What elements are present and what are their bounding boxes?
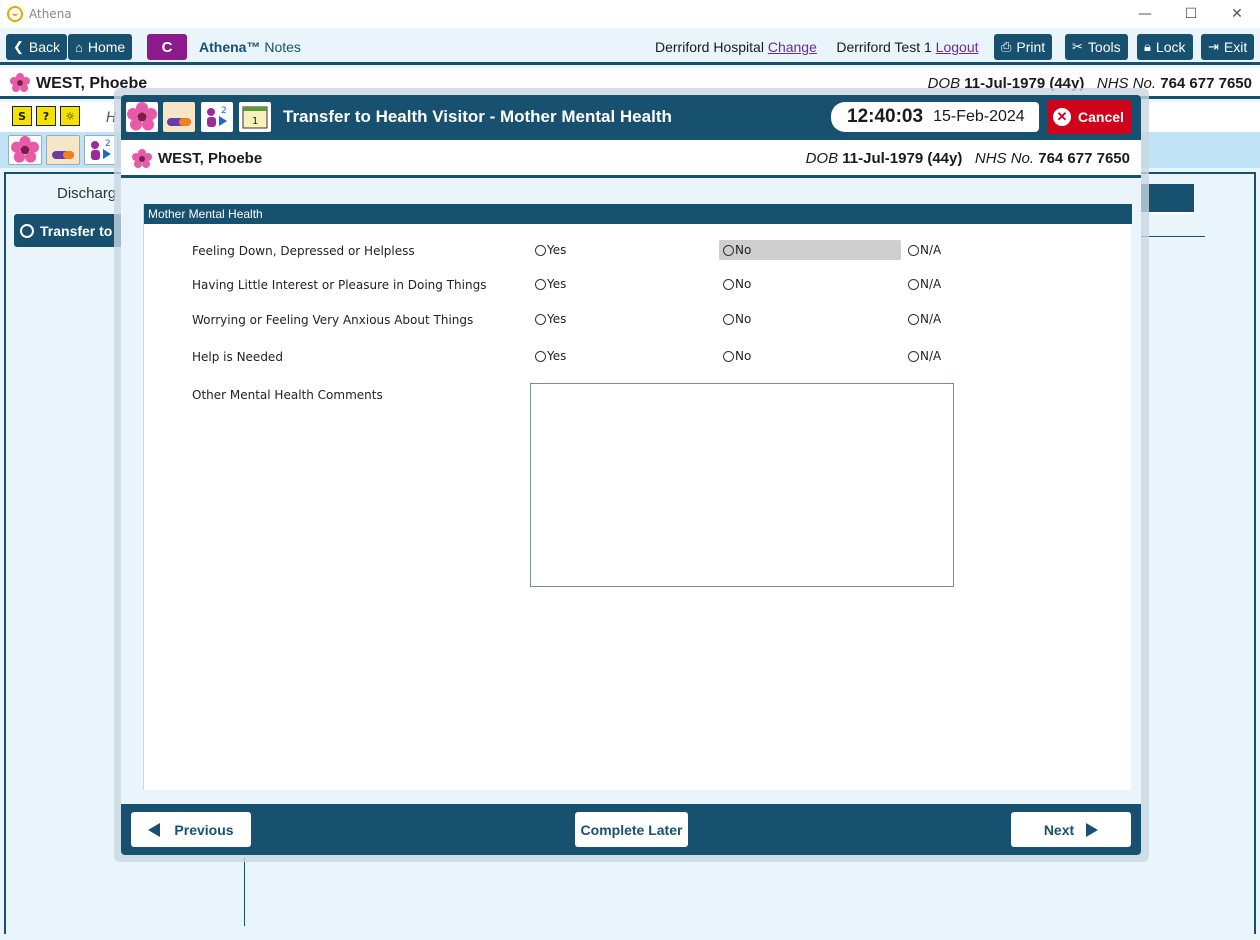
radio-icon <box>535 313 546 325</box>
patient-dob: DOB 11-Jul-1979 (44y) NHS No. 764 677 76… <box>805 150 1130 167</box>
title-bar: Athena — ☐ ✕ <box>0 0 1260 28</box>
q4-yes-radio[interactable]: Yes <box>531 346 566 366</box>
flower-icon <box>132 149 152 168</box>
radio-icon <box>908 278 919 290</box>
q2-yes-radio[interactable]: Yes <box>531 274 566 294</box>
question-label: Having Little Interest or Pleasure in Do… <box>192 278 487 292</box>
svg-text:2: 2 <box>105 139 111 149</box>
brand-label: Athena™ Notes <box>199 39 301 55</box>
queue-icon[interactable]: 2 <box>84 135 118 165</box>
cancel-button[interactable]: ✕ Cancel <box>1047 100 1131 134</box>
svg-text:2: 2 <box>221 106 227 116</box>
radio-icon <box>908 350 919 362</box>
q3-no-radio[interactable]: No <box>719 309 751 329</box>
question-label: Feeling Down, Depressed or Helpless <box>192 244 415 258</box>
current-date: 15-Feb-2024 <box>933 108 1025 125</box>
discharge-heading: Discharg <box>57 185 117 202</box>
help-icon[interactable]: ? <box>36 106 56 126</box>
medication-icon[interactable] <box>163 102 195 132</box>
section-header: Mother Mental Health <box>144 204 1132 224</box>
comments-label: Other Mental Health Comments <box>192 388 383 402</box>
medication-icon[interactable] <box>46 135 80 165</box>
question-label: Worrying or Feeling Very Anxious About T… <box>192 313 474 327</box>
svg-text:1: 1 <box>252 116 258 127</box>
divider <box>244 858 245 926</box>
sidebar-item-transfer[interactable]: Transfer to <box>14 214 124 247</box>
tools-button[interactable]: ✂ Tools <box>1065 34 1128 60</box>
q1-no-radio[interactable]: No <box>719 240 901 260</box>
change-link[interactable]: Change <box>768 39 817 55</box>
home-icon: ⌂ <box>75 39 83 55</box>
q1-yes-radio[interactable]: Yes <box>531 240 566 260</box>
q2-no-radio[interactable]: No <box>719 274 751 294</box>
dialog-header: 2 1 Transfer to Health Visitor - Mother … <box>121 95 1141 140</box>
radio-icon <box>535 278 546 290</box>
radio-icon <box>723 313 734 325</box>
flower-icon <box>10 73 30 92</box>
back-button[interactable]: ❮ Back <box>6 34 68 60</box>
dialog-footer: Previous Complete Later Next <box>121 804 1141 855</box>
minimize-icon[interactable]: — <box>1122 0 1168 28</box>
chevron-left-icon: ❮ <box>13 39 24 54</box>
logout-link[interactable]: Logout <box>936 39 979 55</box>
flower-icon[interactable] <box>8 135 42 165</box>
print-button[interactable]: ⎙ Print <box>994 34 1053 60</box>
q4-no-radio[interactable]: No <box>719 346 751 366</box>
c-button[interactable]: C <box>147 34 187 60</box>
radio-icon <box>723 278 734 290</box>
complete-later-button[interactable]: Complete Later <box>575 812 688 847</box>
current-time: 12:40:03 <box>847 106 924 127</box>
hospital-name: Derriford Hospital <box>655 39 764 55</box>
flower-icon[interactable] <box>126 102 158 132</box>
close-icon[interactable]: ✕ <box>1214 0 1260 28</box>
location-info: Derriford Hospital Change Derriford Test… <box>655 39 979 55</box>
main-toolbar: ❮ Back ⌂ Home C Athena™ Notes Derriford Ho… <box>0 28 1260 65</box>
dialog-title: Transfer to Health Visitor - Mother Ment… <box>283 107 672 126</box>
exit-button[interactable]: ⇥ Exit <box>1201 34 1255 60</box>
q3-yes-radio[interactable]: Yes <box>531 309 566 329</box>
close-circle-icon: ✕ <box>1053 108 1071 126</box>
dialog-patient-banner: WEST, Phoebe DOB 11-Jul-1979 (44y) NHS N… <box>121 140 1141 178</box>
safeguarding-icon[interactable]: S <box>12 106 32 126</box>
comments-textarea[interactable] <box>530 383 954 587</box>
sun-icon[interactable]: ☼ <box>60 106 80 126</box>
maximize-icon[interactable]: ☐ <box>1168 0 1214 28</box>
queue-icon[interactable]: 2 <box>201 102 233 132</box>
tools-icon: ✂ <box>1072 39 1083 54</box>
radio-icon <box>723 244 734 256</box>
q2-na-radio[interactable]: N/A <box>904 274 941 294</box>
exit-icon: ⇥ <box>1208 39 1219 54</box>
athena-logo-icon <box>7 6 23 22</box>
radio-circle-icon <box>20 223 34 238</box>
lock-icon: 🔒︎ <box>1144 39 1151 54</box>
home-button[interactable]: ⌂ Home <box>68 34 133 60</box>
divider <box>1140 236 1205 237</box>
notes-icon[interactable]: 1 <box>239 102 271 132</box>
transfer-dialog: 2 1 Transfer to Health Visitor - Mother … <box>121 95 1141 855</box>
radio-icon <box>535 244 546 256</box>
question-label: Help is Needed <box>192 350 283 364</box>
radio-icon <box>908 313 919 325</box>
q3-na-radio[interactable]: N/A <box>904 309 941 329</box>
q1-na-radio[interactable]: N/A <box>904 240 941 260</box>
radio-icon <box>908 244 919 256</box>
window-title: Athena <box>29 7 72 21</box>
next-button[interactable]: Next <box>1011 812 1131 847</box>
patient-name: WEST, Phoebe <box>158 150 263 167</box>
printer-icon: ⎙ <box>1001 39 1012 54</box>
mental-health-form: Mother Mental Health Feeling Down, Depre… <box>143 204 1132 790</box>
radio-icon <box>535 350 546 362</box>
radio-icon <box>723 350 734 362</box>
q4-na-radio[interactable]: N/A <box>904 346 941 366</box>
previous-button[interactable]: Previous <box>131 812 251 847</box>
arrow-left-icon <box>148 822 161 837</box>
lock-button[interactable]: 🔒︎ Lock <box>1137 34 1193 60</box>
datetime-display: 12:40:03 15-Feb-2024 <box>831 102 1039 132</box>
arrow-right-icon <box>1086 822 1099 837</box>
user-name: Derriford Test 1 <box>836 39 932 55</box>
